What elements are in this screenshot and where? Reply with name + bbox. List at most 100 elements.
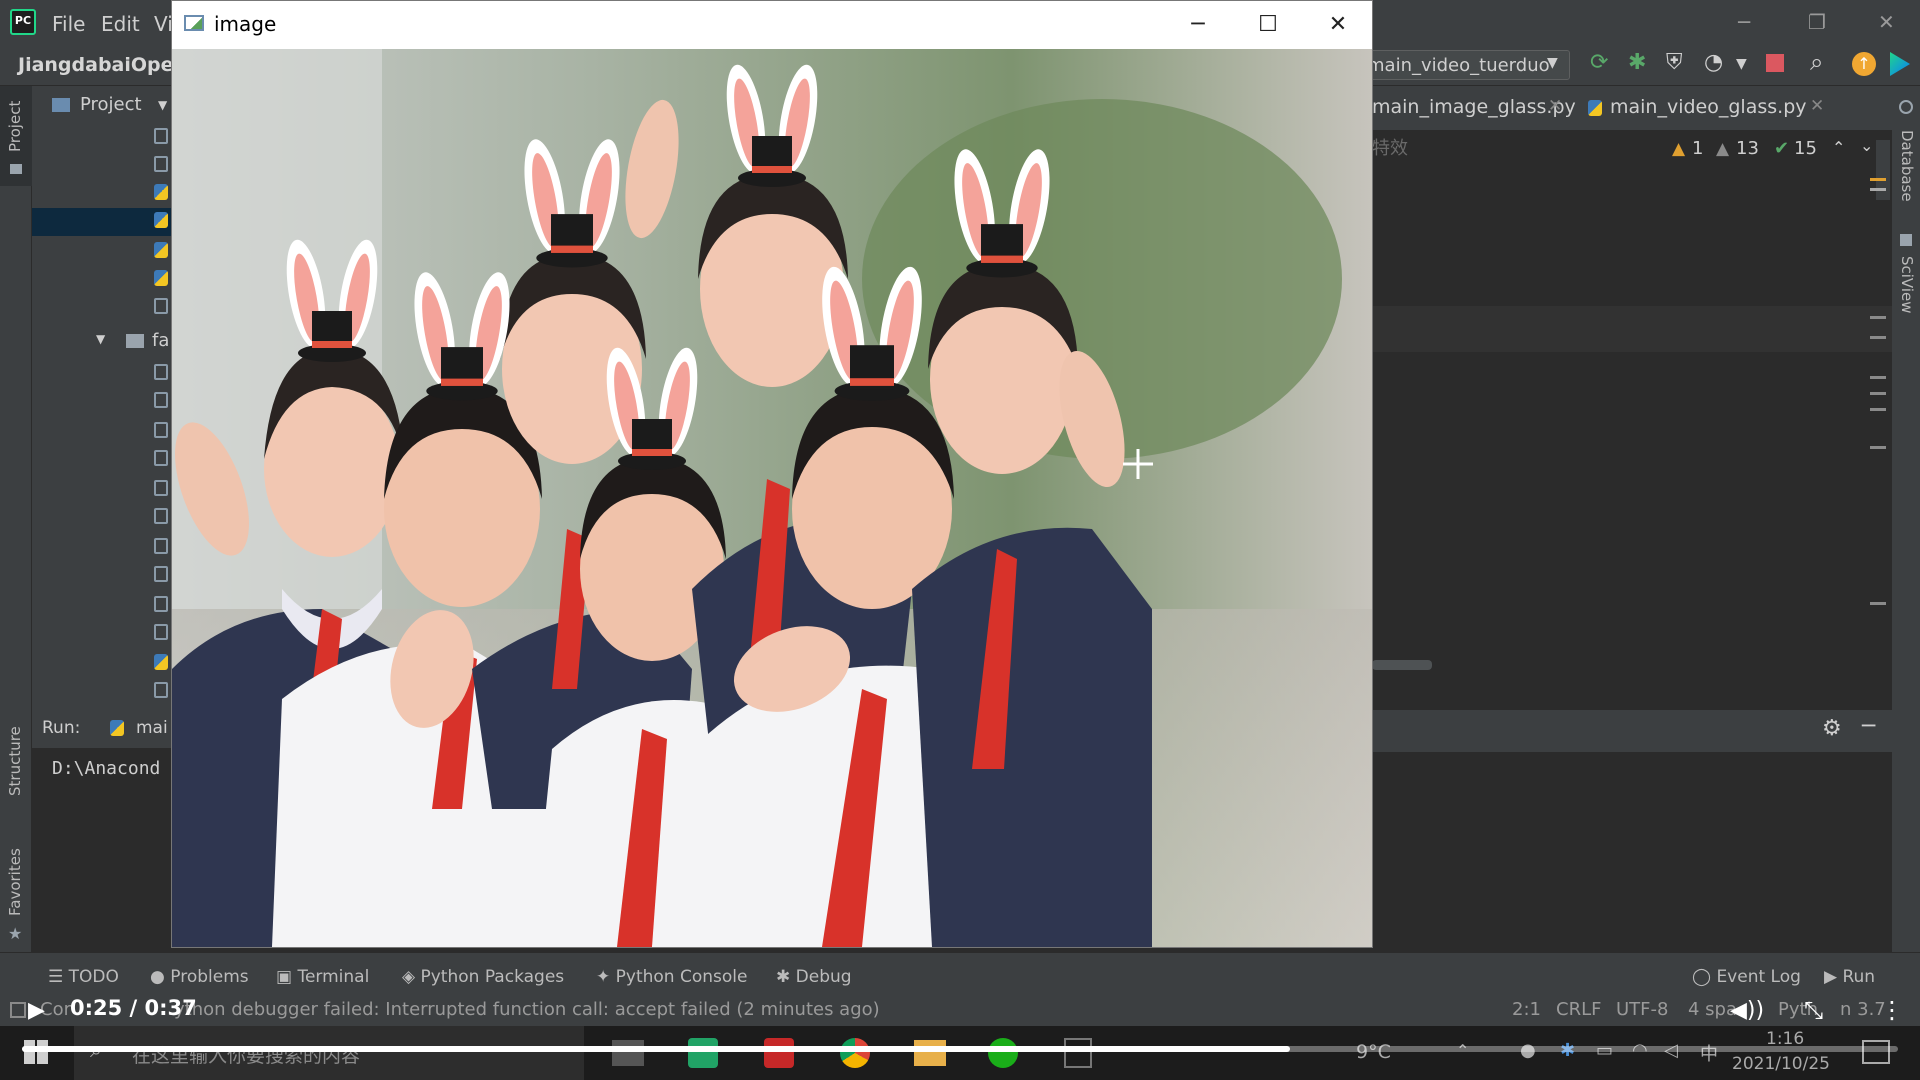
jetbrains-toolbox-icon[interactable] <box>1890 52 1910 76</box>
file-icon[interactable] <box>154 156 168 172</box>
marker[interactable] <box>1870 336 1886 339</box>
vertical-scrollbar[interactable] <box>1876 140 1890 200</box>
selected-file-row[interactable] <box>32 208 172 236</box>
app-taskbar-icon[interactable] <box>764 1038 794 1068</box>
play-icon[interactable]: ▶ <box>28 998 45 1023</box>
marker[interactable] <box>1870 392 1886 395</box>
database-tool-label[interactable]: Database <box>1898 130 1916 202</box>
file-icon[interactable] <box>154 422 168 438</box>
profile-icon[interactable]: ◔ <box>1704 50 1723 75</box>
hide-panel-icon[interactable]: ─ <box>1862 714 1875 739</box>
chevron-down-icon[interactable]: ⌄ <box>1860 136 1873 155</box>
file-icon[interactable] <box>154 392 168 408</box>
tool-run[interactable]: ▶ Run <box>1824 967 1875 987</box>
menu-file[interactable]: File <box>52 12 85 36</box>
marker[interactable] <box>1870 376 1886 379</box>
file-icon[interactable] <box>154 128 168 144</box>
pycharm-taskbar-icon[interactable] <box>688 1038 718 1068</box>
menu-view[interactable]: Vi <box>154 12 173 36</box>
caret-position[interactable]: 2:1 <box>1512 999 1541 1020</box>
chevron-down-icon[interactable]: ▼ <box>96 332 105 346</box>
ide-minimize-icon[interactable]: ─ <box>1738 10 1750 34</box>
file-icon[interactable] <box>154 364 168 380</box>
project-panel-title[interactable]: Project <box>80 94 142 115</box>
windows-start-icon[interactable] <box>24 1040 48 1064</box>
more-options-icon[interactable]: ⋮ <box>1880 996 1904 1024</box>
marker[interactable] <box>1870 188 1886 191</box>
file-icon[interactable] <box>154 298 168 314</box>
close-icon[interactable]: ✕ <box>1318 9 1358 41</box>
marker[interactable] <box>1870 446 1886 449</box>
project-tool-button[interactable]: Project <box>0 86 32 186</box>
check-icon[interactable]: ✔ <box>1774 138 1789 159</box>
warning-marker[interactable] <box>1870 178 1886 181</box>
close-tab-icon[interactable]: ✕ <box>1810 96 1824 116</box>
python-file-icon[interactable] <box>154 212 168 228</box>
ime-indicator[interactable]: 中 <box>1700 1040 1718 1066</box>
file-encoding[interactable]: UTF-8 <box>1616 999 1668 1020</box>
file-icon[interactable] <box>154 480 168 496</box>
ide-restore-icon[interactable]: ❐ <box>1808 10 1826 34</box>
favorites-tool-label[interactable]: Favorites <box>6 848 24 916</box>
tool-event-log[interactable]: ◯ Event Log <box>1692 967 1801 987</box>
python-file-icon[interactable] <box>154 654 168 670</box>
ide-close-icon[interactable]: ✕ <box>1878 10 1895 34</box>
python-file-icon[interactable] <box>154 184 168 200</box>
interpreter-part2[interactable]: n 3.7 <box>1840 999 1886 1020</box>
file-icon[interactable] <box>154 538 168 554</box>
file-explorer-icon[interactable] <box>914 1040 946 1066</box>
structure-tool-label[interactable]: Structure <box>6 726 24 796</box>
stop-icon[interactable] <box>1766 54 1784 72</box>
file-icon[interactable] <box>154 682 168 698</box>
menu-edit[interactable]: Edit <box>101 12 140 36</box>
image-window-titlebar[interactable]: image ─ ☐ ✕ <box>172 1 1372 49</box>
line-separator[interactable]: CRLF <box>1556 999 1601 1020</box>
file-icon[interactable] <box>154 450 168 466</box>
run-console[interactable] <box>1372 752 1892 952</box>
status-toggle-icon[interactable] <box>10 1002 26 1018</box>
tool-python-console[interactable]: ✦ Python Console <box>596 967 747 987</box>
close-tab-icon[interactable]: ✕ <box>1548 96 1562 116</box>
coverage-shield-icon[interactable]: ⛨ <box>1666 50 1683 75</box>
more-run-chevron-icon[interactable]: ▼ <box>1736 56 1747 72</box>
tool-debug[interactable]: ✱ Debug <box>776 967 852 987</box>
file-icon[interactable] <box>154 596 168 612</box>
status-message[interactable]: ython debugger failed: Interrupted funct… <box>174 999 880 1020</box>
weather-text[interactable]: 9°C <box>1356 1041 1391 1063</box>
opencv-image-window[interactable]: image ─ ☐ ✕ <box>171 0 1373 948</box>
warning-icon[interactable]: ▲ <box>1672 139 1685 159</box>
weak-warning-icon[interactable]: ▲ <box>1716 139 1729 159</box>
volume-icon[interactable]: ◀)) <box>1730 998 1764 1023</box>
exit-fullscreen-icon[interactable]: ⤡ <box>1804 996 1823 1024</box>
tool-todo[interactable]: ☰ TODO <box>48 967 119 987</box>
tab-main-image-glass[interactable]: main_image_glass.py ✕ <box>1372 86 1576 130</box>
marker[interactable] <box>1870 408 1886 411</box>
chevron-up-icon[interactable]: ⌃ <box>1832 138 1845 157</box>
document-icon[interactable] <box>1064 1038 1092 1068</box>
file-icon[interactable] <box>154 624 168 640</box>
minimize-icon[interactable]: ─ <box>1178 9 1218 41</box>
video-progress-bar[interactable] <box>22 1046 1898 1052</box>
taskbar-search-box[interactable]: ⌕ 在这里输入你要搜索的内容 <box>74 1026 584 1080</box>
sciview-tool-label[interactable]: SciView <box>1898 256 1916 314</box>
file-icon[interactable] <box>154 566 168 582</box>
image-canvas[interactable] <box>172 49 1372 947</box>
marker[interactable] <box>1870 316 1886 319</box>
rerun-icon[interactable]: ⟳ <box>1590 50 1608 75</box>
notification-icon[interactable] <box>1862 1040 1890 1064</box>
horizontal-scrollbar[interactable] <box>1372 660 1432 670</box>
update-icon[interactable]: ↑ <box>1852 52 1876 76</box>
tool-terminal[interactable]: ▣ Terminal <box>276 967 369 987</box>
run-tab-label[interactable]: mai <box>136 718 168 738</box>
run-config-dropdown[interactable]: main_video_tuerduo ▼ <box>1360 50 1570 80</box>
file-icon[interactable] <box>154 508 168 524</box>
editor-area[interactable]: 特效 <box>1372 86 1892 706</box>
task-view-icon[interactable] <box>612 1040 644 1066</box>
debug-bug-icon[interactable]: ✱ <box>1628 50 1646 75</box>
python-file-icon[interactable] <box>154 270 168 286</box>
wechat-icon[interactable] <box>988 1038 1018 1068</box>
marker[interactable] <box>1870 602 1886 605</box>
tool-python-packages[interactable]: ◈ Python Packages <box>402 967 564 987</box>
clock-date[interactable]: 2021/10/25 <box>1732 1054 1830 1074</box>
folder-label[interactable]: fa <box>152 330 169 351</box>
